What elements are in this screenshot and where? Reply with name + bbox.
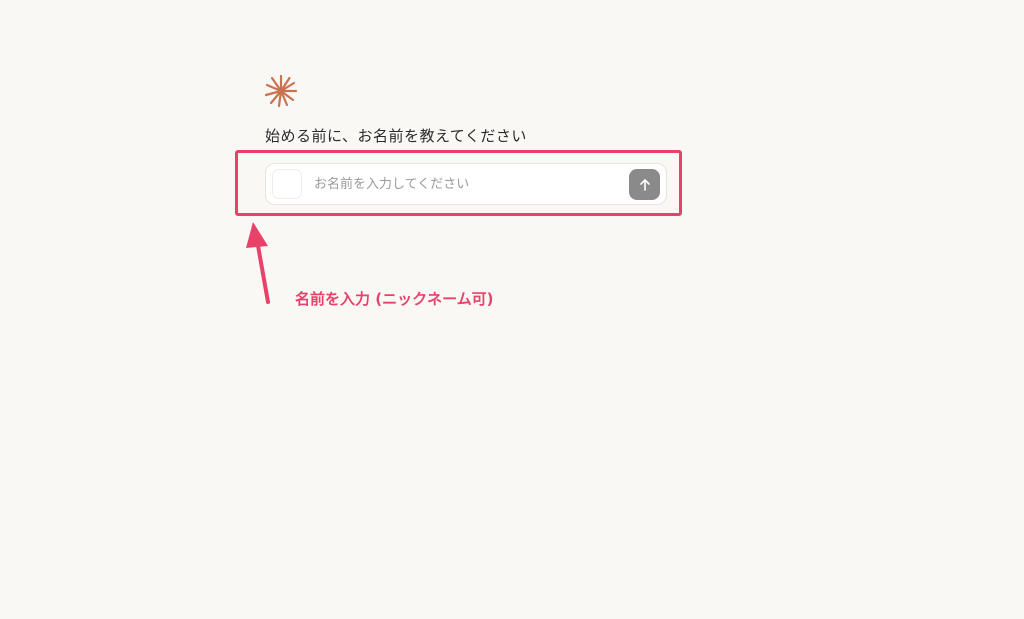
name-input-bar bbox=[265, 163, 667, 205]
annotation-label: 名前を入力 (ニックネーム可) bbox=[295, 290, 494, 308]
arrow-up-icon bbox=[639, 178, 650, 191]
avatar bbox=[272, 169, 302, 199]
name-input[interactable] bbox=[314, 170, 614, 198]
annotation-arrow-icon bbox=[246, 222, 270, 304]
send-button[interactable] bbox=[629, 169, 660, 200]
page-title: 始める前に、お名前を教えてください bbox=[265, 127, 527, 145]
logo-burst-icon bbox=[264, 74, 298, 108]
